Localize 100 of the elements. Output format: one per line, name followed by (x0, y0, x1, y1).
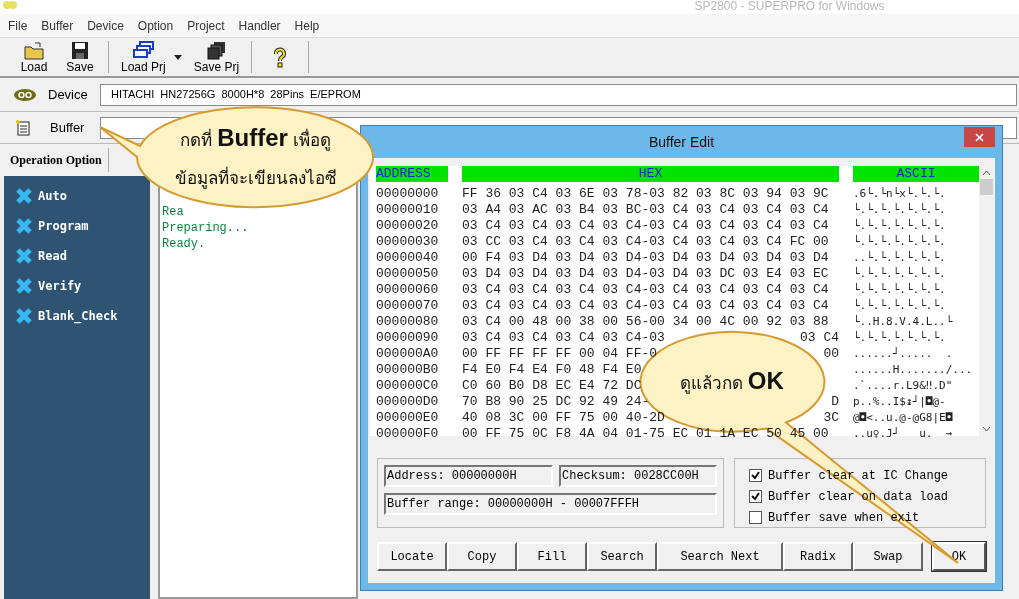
checkbox[interactable] (749, 511, 762, 524)
address-cell-text: 00000030 (376, 234, 440, 250)
hex-cell: 00 FF FF FF FF 00 04 FF-0 (462, 346, 658, 362)
load-project-button[interactable]: Load Prj (115, 39, 172, 75)
column-header: HEX (462, 166, 839, 182)
address-cell-text: 000000A0 (376, 346, 440, 362)
callout-text: ดูแล้วกด OK (680, 366, 784, 396)
address-cell-text: 00000020 (376, 218, 440, 234)
checkmark-icon (751, 492, 760, 501)
device-label: Device (48, 85, 89, 104)
save-project-button[interactable]: Save Prj (187, 39, 246, 75)
dropdown-arrow-icon[interactable] (173, 54, 182, 60)
stacked-windows-icon (132, 40, 155, 61)
address-cell-text: 000000B0 (376, 362, 440, 378)
hex-cell: 03 CC 03 C4 03 C4 03 C4-03 C4 03 C4 03 C4 FC 00 (462, 234, 829, 250)
address-cell-text: 00000050 (376, 266, 440, 282)
scroll-down-icon[interactable] (981, 426, 991, 432)
cross-icon (16, 278, 32, 294)
callout-text: ข้อมูลที่จะเขียนลงไอซี (174, 160, 337, 198)
dialog-button[interactable]: Locate (377, 542, 447, 571)
address-cell-text: 00000070 (376, 298, 440, 314)
ascii-cell-text: .`....r.L9&‼.D" (853, 378, 954, 394)
hex-cell: 70 B8 90 25 DC 92 49 24- (462, 394, 650, 410)
ascii-cell-text: └.└.└.└.└.└.└. (853, 282, 947, 298)
ascii-cell-text: └.└.└.└.└.└.└. (853, 298, 947, 314)
hex-cell: F4 E0 F4 E4 F0 48 F4 E0 (462, 362, 642, 378)
column-header: ADDRESS (376, 166, 448, 182)
hex-cell: FF 36 03 C4 03 6E 03 78-03 82 03 8C 03 94 03 9C (462, 186, 829, 202)
hex-cell: D (831, 394, 839, 410)
hex-cell: 00 (823, 346, 839, 362)
callout-text: กดที่ Buffer เพื่อดู (180, 123, 331, 153)
device-field[interactable]: HITACHI HN27256G 8000H*8 28Pins E/EPROM (100, 83, 1017, 106)
ascii-cell-text: └.└.└.└.└.└.└. (853, 218, 947, 234)
address-cell-text: 000000C0 (376, 378, 440, 394)
hex-cell: 00 F4 03 D4 03 D4 03 D4-03 D4 03 D4 03 D4 03 D4 (462, 250, 829, 266)
hex-cell: 03 C4 (800, 330, 839, 346)
document-icon (16, 119, 30, 136)
address-cell-text: 00000060 (376, 282, 440, 298)
menu-item[interactable]: Buffer (41, 16, 74, 35)
dialog-button[interactable]: Radix (783, 542, 853, 571)
ascii-cell-text: ......┘..... . (853, 346, 954, 362)
close-button[interactable] (964, 127, 995, 147)
hex-cell: 03 A4 03 AC 03 B4 03 BC-03 C4 03 C4 03 C4 03 C4 (462, 202, 829, 218)
close-icon (975, 132, 984, 142)
menu-item[interactable]: Handler (238, 16, 281, 35)
column-header: ASCII (853, 166, 979, 182)
dialog-button[interactable]: Fill (517, 542, 587, 571)
operation-button[interactable]: Blank_Check (16, 306, 150, 326)
address-cell-text: 00000040 (376, 250, 440, 266)
menu-item[interactable]: File (8, 16, 28, 35)
dialog-button[interactable]: Search Next (657, 542, 783, 571)
dialog-button[interactable]: Swap (853, 542, 923, 571)
cross-icon (16, 308, 32, 324)
folder-icon (23, 40, 45, 61)
cross-icon (16, 248, 32, 264)
save-button[interactable]: Save (58, 39, 102, 75)
ascii-cell-text: ......H......./... (853, 362, 974, 378)
ascii-cell-text: p..%..I$↨┘|◘@- (853, 394, 947, 410)
buffer-range-field: Buffer range: 00000000H - 00007FFFH (384, 493, 717, 515)
scroll-up-icon[interactable] (981, 170, 991, 176)
buffer-button[interactable]: Buffer (50, 117, 100, 138)
checksum-field: Checksum: 0028CC00H (559, 465, 717, 487)
dialog-button[interactable]: Search (587, 542, 657, 571)
dialog-button[interactable]: Copy (447, 542, 517, 571)
log-line: Preparing... (162, 220, 250, 236)
ascii-cell-text: └.└.└.└.└.└.└. (853, 234, 947, 250)
hex-cell: 03 C4 03 C4 03 C4 03 C4-03 C4 03 C4 03 C4 03 C4 (462, 282, 829, 298)
hex-cell: 3C (823, 410, 839, 426)
ascii-cell-text: └.└.└.└.└.└.└. (853, 266, 947, 282)
scrollbar-thumb[interactable] (979, 179, 993, 195)
device-icon (14, 88, 36, 101)
address-cell-text: 00000080 (376, 314, 440, 330)
app-icon (2, 0, 18, 10)
checkmark-icon (751, 471, 760, 480)
checkbox[interactable] (749, 490, 762, 503)
open-button[interactable]: Load (12, 39, 56, 75)
hex-cell: 03 C4 03 C4 03 C4 03 C4-03 C4 03 C4 03 C4 03 C4 (462, 218, 829, 234)
menu-item[interactable]: Device (87, 16, 124, 35)
operation-button[interactable]: Verify (16, 276, 150, 296)
hex-cell: 03 D4 03 D4 03 D4 03 D4-03 D4 03 DC 03 E4 03 EC (462, 266, 829, 282)
menu-item[interactable]: Help (294, 16, 320, 35)
ascii-cell-text: ..└.└.└.└.└.└. (853, 250, 947, 266)
ascii-cell-text: └.└.└.└.└.└.└. (853, 202, 947, 218)
operation-button[interactable]: Auto (16, 186, 150, 206)
ok-button[interactable]: OK (932, 542, 986, 571)
hex-cell: 40 08 3C 00 FF 75 00 40-2D (462, 410, 665, 426)
ascii-cell-text: .6└.└n└x└.└.└. (853, 186, 947, 202)
address-cell-text: 000000E0 (376, 410, 440, 426)
address-cell-text: 000000F0 (376, 426, 440, 442)
ascii-cell-text: └..H.8.V.4.L..└ (853, 314, 954, 330)
menu-item[interactable]: Option (137, 16, 174, 35)
checkbox[interactable] (749, 469, 762, 482)
address-field: Address: 00000000H (384, 465, 553, 487)
operation-button[interactable]: Program (16, 216, 150, 236)
ascii-cell-text: └.└.└.└.└.└.└. (853, 330, 947, 346)
address-cell-text: 00000000 (376, 186, 440, 202)
operation-button[interactable]: Read (16, 246, 150, 266)
log-line: Rea (162, 204, 185, 220)
menu-item[interactable]: Project (187, 16, 225, 35)
log-line: Ready. (162, 236, 207, 252)
